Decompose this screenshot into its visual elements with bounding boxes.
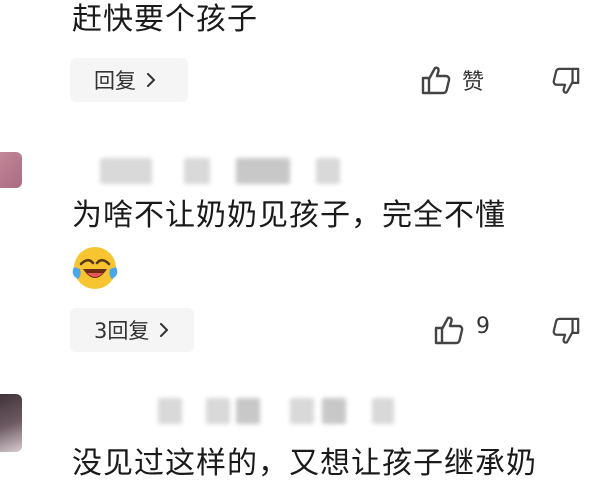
like-label[interactable]: 赞 <box>462 64 484 96</box>
reply-button[interactable]: 回复 <box>70 58 188 102</box>
username-blurred <box>184 158 210 184</box>
like-count: 9 <box>476 314 490 339</box>
laughing-crying-emoji-icon <box>72 247 118 289</box>
avatar[interactable] <box>0 394 22 452</box>
username-blurred[interactable] <box>158 398 182 424</box>
comment-text: 没见过这样的，又想让孩子继承奶 <box>72 446 537 481</box>
chevron-right-icon <box>147 73 155 87</box>
username-blurred[interactable] <box>100 158 152 184</box>
reply-label: 回复 <box>94 69 136 93</box>
username-blurred <box>316 158 340 184</box>
username-blurred <box>372 398 394 424</box>
thumbs-up-icon[interactable] <box>420 64 452 96</box>
username-blurred <box>236 398 260 424</box>
comment-text: 为啥不让奶奶见孩子，完全不懂 <box>72 198 506 233</box>
chevron-right-icon <box>160 323 169 337</box>
comment-text: 赶快要个孩子 <box>72 2 258 37</box>
thumbs-down-icon[interactable] <box>551 316 581 346</box>
thumbs-down-icon[interactable] <box>551 66 581 96</box>
reply-label: 3回复 <box>94 319 150 343</box>
comment-feed: 赶快要个孩子 回复 赞 为啥不让奶奶见孩子，完全不懂 3回复 9 没见过这样的，… <box>0 0 600 491</box>
username-blurred <box>290 398 314 424</box>
username-blurred <box>322 398 346 424</box>
username-blurred <box>206 398 230 424</box>
username-blurred <box>236 158 290 184</box>
reply-button[interactable]: 3回复 <box>70 308 194 352</box>
avatar[interactable] <box>0 152 22 188</box>
thumbs-up-icon[interactable] <box>433 314 465 346</box>
